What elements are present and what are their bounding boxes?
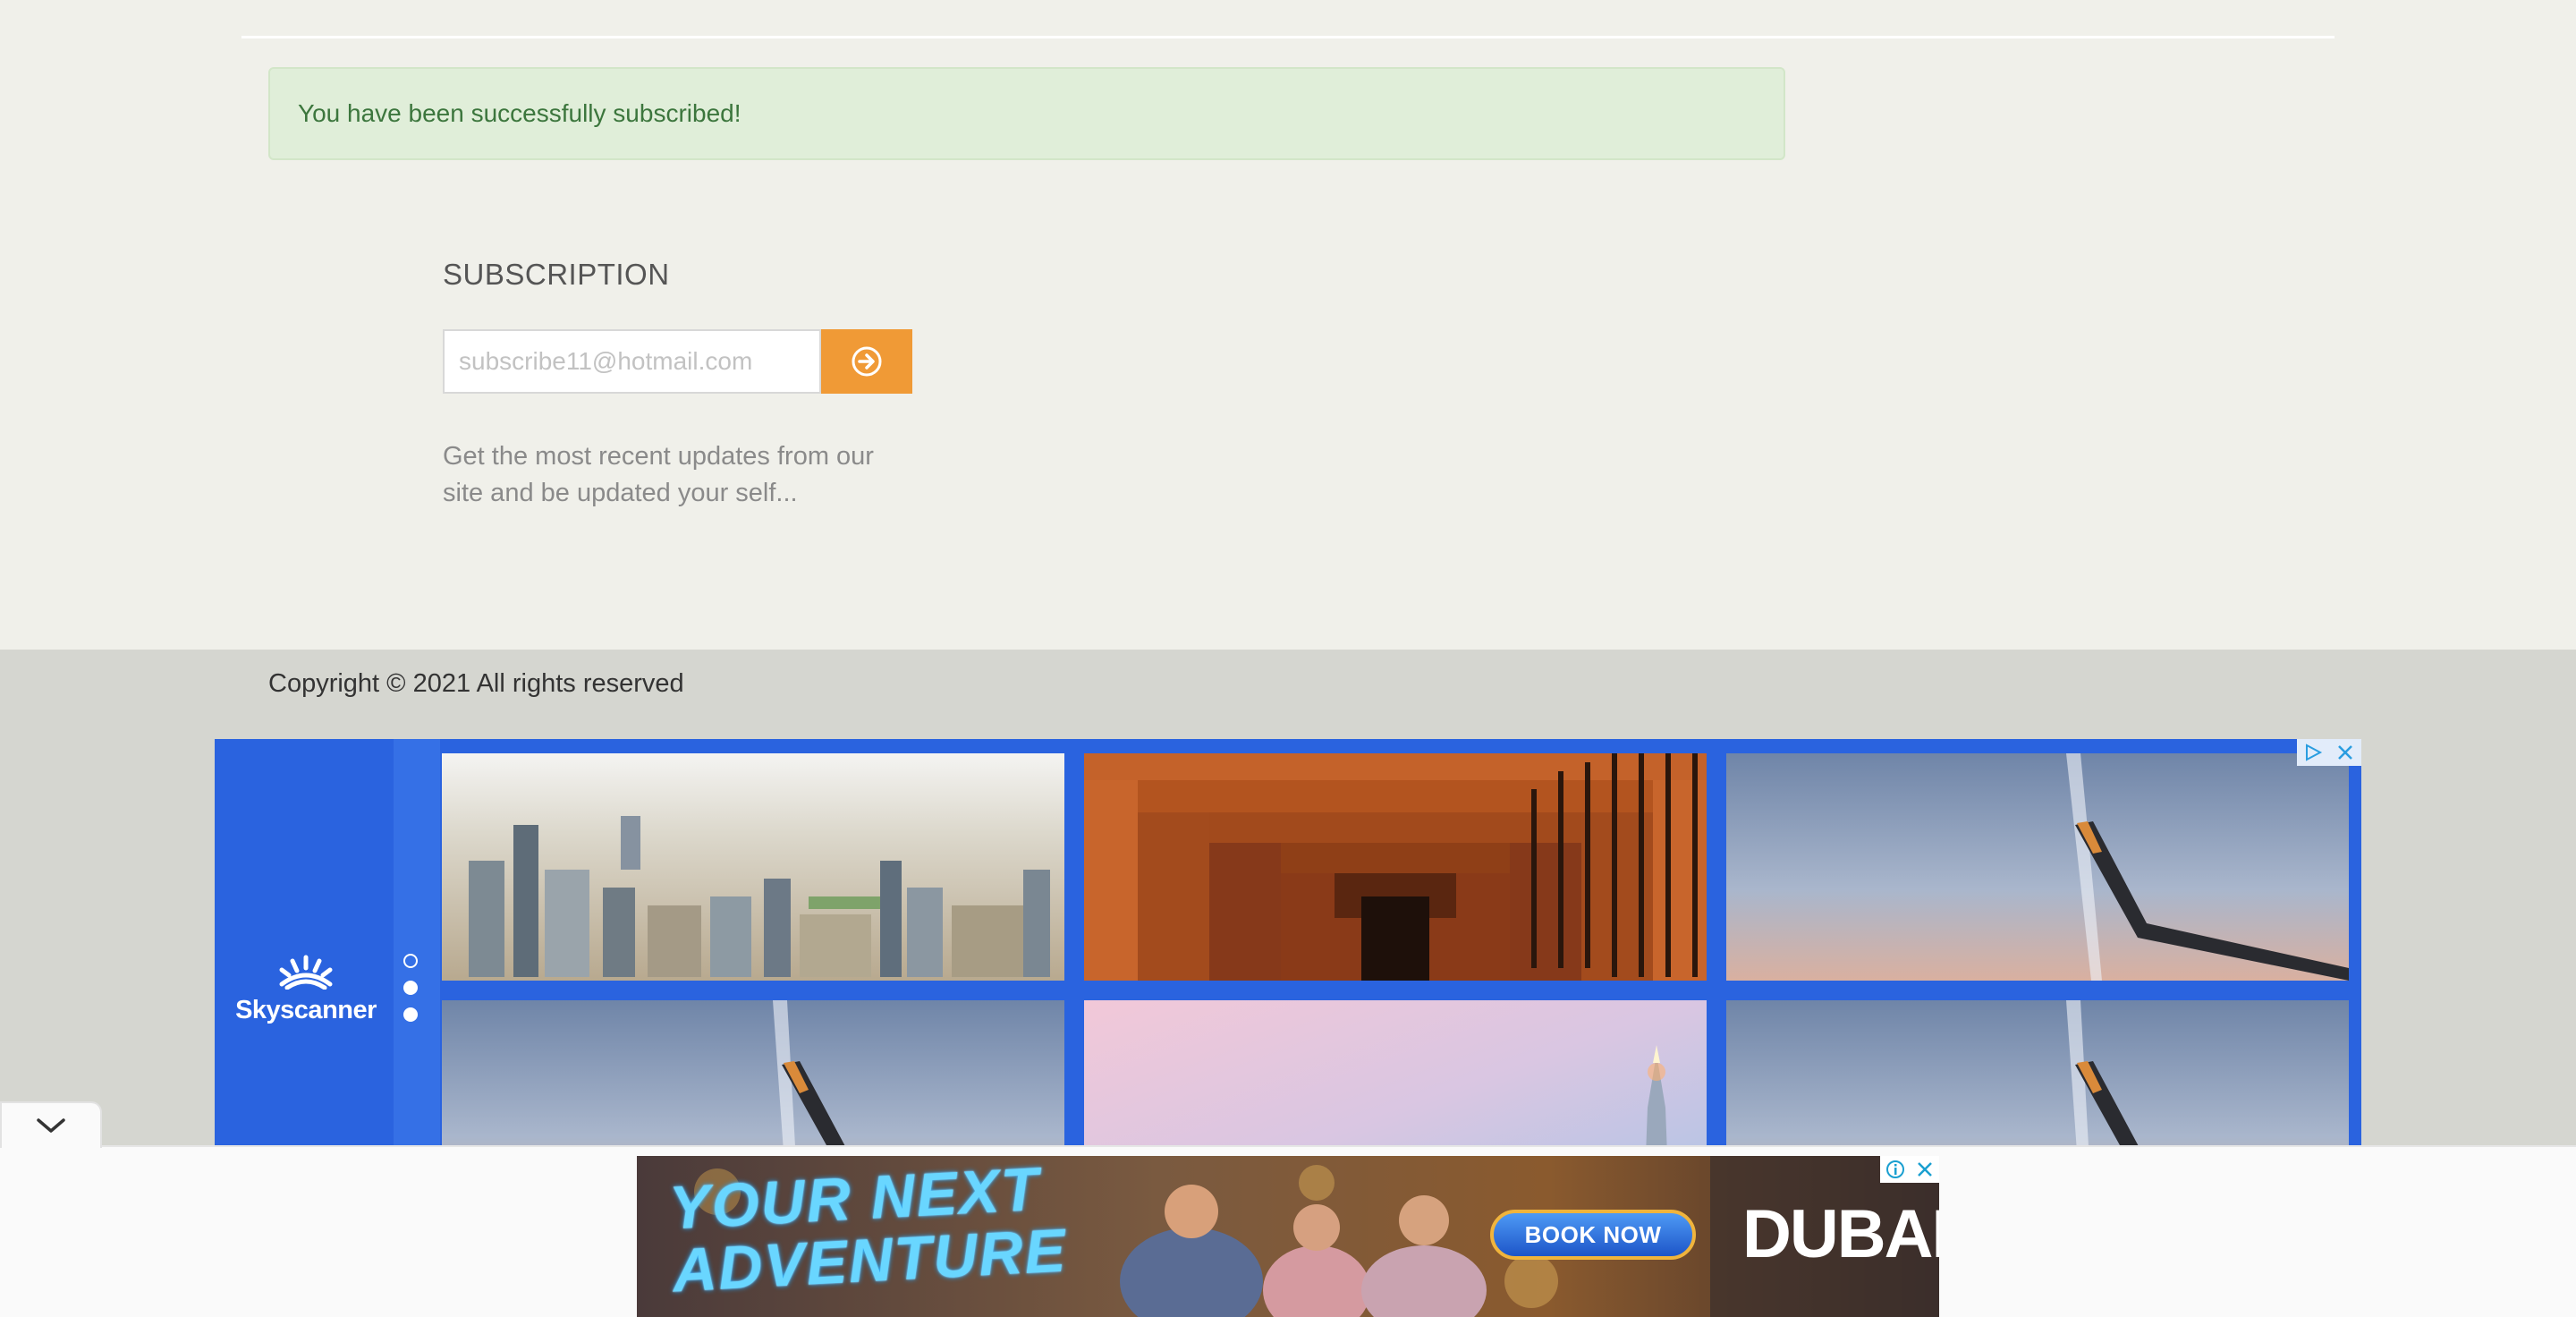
pink-sky-tower-photo[interactable] xyxy=(1084,1000,1707,1151)
skyscanner-brand-name: Skyscanner xyxy=(235,996,377,1024)
carousel-dot[interactable] xyxy=(403,981,418,995)
subscription-title: SUBSCRIPTION xyxy=(443,258,670,291)
carousel-strip xyxy=(394,739,440,1151)
carousel-dot[interactable] xyxy=(403,1007,418,1022)
torii-gates-photo[interactable] xyxy=(1084,753,1707,981)
ad-controls xyxy=(2297,739,2361,766)
banner-headline: YOUR NEXT ADVENTURE xyxy=(667,1156,1068,1304)
subscribe-button[interactable] xyxy=(821,329,912,394)
divider xyxy=(242,36,2334,38)
subscription-description: Get the most recent updates from our sit… xyxy=(443,442,874,507)
dubai-logo-text: DUBAI xyxy=(1742,1196,1939,1272)
info-icon[interactable] xyxy=(1880,1156,1910,1183)
success-alert: You have been successfully subscribed! xyxy=(268,67,1785,160)
skyscanner-brand-panel: Skyscanner xyxy=(215,739,394,1151)
city-skyline-photo[interactable] xyxy=(442,753,1064,981)
skyscanner-ad[interactable]: Skyscanner xyxy=(215,739,2361,1151)
close-icon[interactable] xyxy=(2329,739,2361,766)
collapse-toggle[interactable] xyxy=(0,1101,102,1148)
airplane-wing-photo[interactable] xyxy=(442,1000,1064,1151)
email-input[interactable] xyxy=(443,329,821,394)
chevron-down-icon xyxy=(37,1118,65,1133)
arrow-circle-right-icon xyxy=(852,346,882,377)
banner-controls xyxy=(1880,1156,1939,1183)
carousel-dot[interactable] xyxy=(403,954,418,968)
airplane-wing-photo[interactable] xyxy=(1726,753,2349,981)
airplane-wing-photo[interactable] xyxy=(1726,1000,2349,1151)
copyright-text: Copyright © 2021 All rights reserved xyxy=(268,669,684,698)
adchoices-icon[interactable] xyxy=(2297,739,2329,766)
close-icon[interactable] xyxy=(1910,1156,1939,1183)
subscription-form xyxy=(443,329,912,394)
dubai-banner-ad[interactable]: YOUR NEXT ADVENTURE BOOK NOW DUBAI xyxy=(637,1156,1939,1317)
skyscanner-sun-icon xyxy=(279,955,333,990)
book-now-button[interactable]: BOOK NOW xyxy=(1490,1210,1696,1260)
